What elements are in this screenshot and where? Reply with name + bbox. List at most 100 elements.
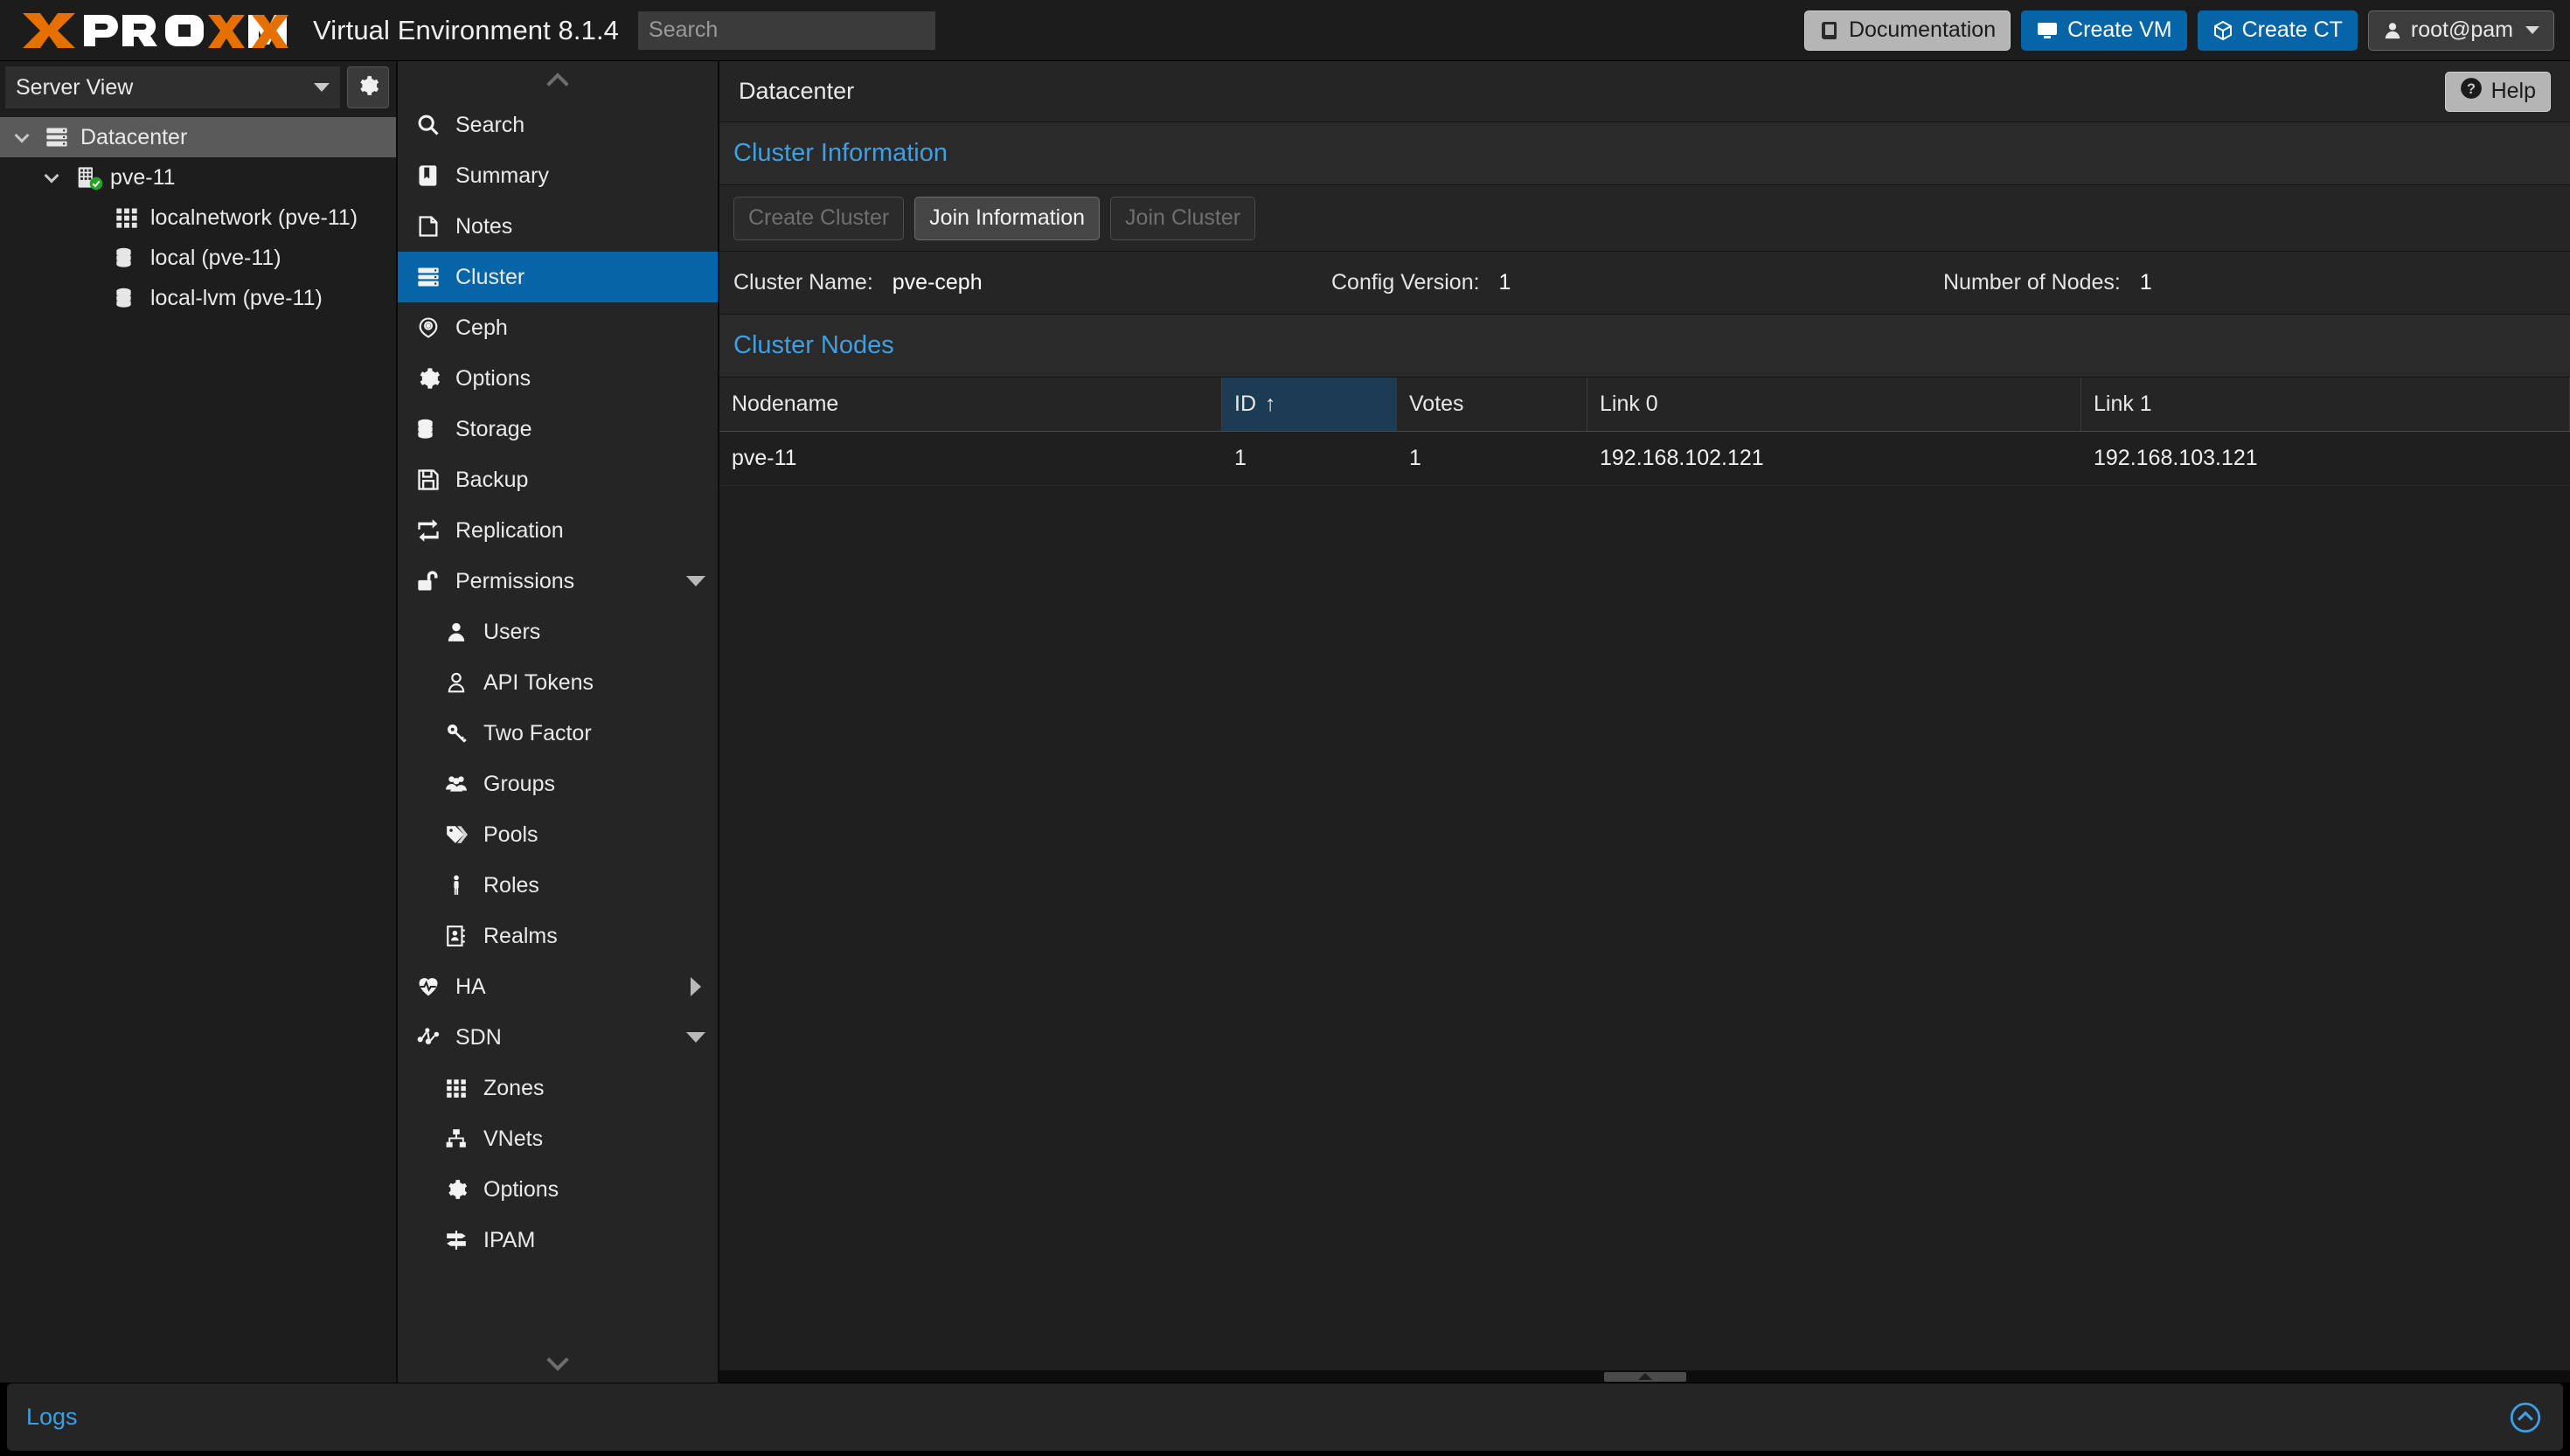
nav-item-cluster[interactable]: Cluster	[398, 252, 718, 302]
gear-icon	[357, 74, 379, 101]
nav-item-options[interactable]: Options	[398, 353, 718, 404]
gear-icon	[412, 366, 445, 391]
column-header-nodename[interactable]: Nodename	[719, 378, 1222, 431]
column-header-id[interactable]: ID ↑	[1222, 378, 1397, 431]
nav-item-pools[interactable]: Pools	[398, 809, 718, 860]
tree-item-label: Datacenter	[80, 124, 188, 149]
chevron-down-icon	[2525, 26, 2539, 34]
nav-item-ipam[interactable]: IPAM	[398, 1215, 718, 1265]
nav-item-realms[interactable]: Realms	[398, 911, 718, 961]
create-vm-button[interactable]: Create VM	[2021, 10, 2187, 51]
nav-item-ha[interactable]: HA	[398, 961, 718, 1012]
nav-item-label: Groups	[483, 771, 555, 796]
view-selector[interactable]: Server View	[5, 66, 340, 108]
nav-item-label: Notes	[455, 213, 513, 239]
tree-item-label: localnetwork (pve-11)	[150, 205, 358, 230]
nav-item-label: Cluster	[455, 264, 525, 289]
nav-item-vnets[interactable]: VNets	[398, 1113, 718, 1164]
nav-item-api-tokens[interactable]: API Tokens	[398, 657, 718, 708]
column-header-link1-label: Link 1	[2094, 392, 2152, 416]
join-cluster-button[interactable]: Join Cluster	[1110, 196, 1256, 240]
nav-item-search[interactable]: Search	[398, 100, 718, 150]
column-header-nodename-label: Nodename	[732, 392, 839, 416]
product-title: Virtual Environment 8.1.4	[313, 14, 620, 45]
config-version-value: 1	[1498, 270, 1511, 295]
search-input[interactable]	[638, 10, 936, 50]
nav-item-label: SDN	[455, 1024, 502, 1050]
cluster-name-label: Cluster Name:	[733, 270, 873, 295]
chevron-down-icon[interactable]	[10, 128, 33, 145]
unlock-icon	[412, 569, 445, 593]
note-icon	[412, 214, 445, 239]
nav-item-roles[interactable]: Roles	[398, 860, 718, 911]
collapse-logs-button[interactable]	[2507, 1399, 2544, 1436]
cell-link1: 192.168.103.121	[2094, 446, 2258, 470]
tree-item-local-lvm-pve-11[interactable]: local-lvm (pve-11)	[0, 278, 396, 318]
nav-item-two-factor[interactable]: Two Factor	[398, 708, 718, 759]
logs-label[interactable]: Logs	[26, 1404, 78, 1431]
splitter-handle[interactable]	[1603, 1371, 1686, 1382]
cluster-nodes-table-header: Nodename ID ↑ Votes Link 0 Link 1	[719, 378, 2570, 432]
triangle-down-icon[interactable]	[686, 576, 705, 586]
main-body: Server View Datacenter pve-11 localnetwork…	[0, 61, 2570, 1383]
datacenter-nav-panel: Search Summary Notes Cluster Ceph Options Stor…	[398, 61, 719, 1383]
panel-splitter[interactable]	[719, 1370, 2570, 1383]
cluster-information-title: Cluster Information	[719, 122, 2570, 185]
nav-item-label: Pools	[483, 822, 538, 847]
nav-item-sdn[interactable]: SDN	[398, 1012, 718, 1063]
create-cluster-button[interactable]: Create Cluster	[733, 196, 905, 240]
cluster-name-field: Cluster Name: pve-ceph	[719, 270, 1331, 295]
create-ct-button-label: Create CT	[2241, 17, 2343, 42]
nav-scroll-up-button[interactable]	[398, 61, 718, 100]
nav-item-label: Options	[455, 365, 531, 391]
heartbeat-icon	[412, 974, 445, 999]
tree-item-localnetwork-pve-11[interactable]: localnetwork (pve-11)	[0, 198, 396, 238]
user-icon	[2383, 20, 2402, 41]
server-tree: Datacenter pve-11 localnetwork (pve-11) loc…	[0, 114, 396, 318]
nav-item-ceph[interactable]: Ceph	[398, 302, 718, 353]
number-of-nodes-label: Number of Nodes:	[1943, 270, 2121, 295]
tree-settings-button[interactable]	[347, 66, 389, 108]
create-ct-button[interactable]: Create CT	[2197, 10, 2358, 51]
number-of-nodes-field: Number of Nodes: 1	[1943, 270, 2570, 295]
nav-scroll-down-button[interactable]	[398, 1344, 718, 1383]
column-header-votes[interactable]: Votes	[1397, 378, 1587, 431]
nav-item-summary[interactable]: Summary	[398, 150, 718, 201]
nav-item-replication[interactable]: Replication	[398, 505, 718, 556]
nav-item-label: Summary	[455, 163, 549, 188]
replication-icon	[412, 518, 445, 543]
triangle-right-icon[interactable]	[686, 977, 705, 996]
chevron-down-icon[interactable]	[40, 168, 63, 185]
nav-item-users[interactable]: Users	[398, 607, 718, 657]
table-row[interactable]: pve-11 1 1 192.168.102.121 192.168.103.121	[719, 432, 2570, 486]
nav-item-options[interactable]: Options	[398, 1164, 718, 1215]
tree-item-datacenter[interactable]: Datacenter	[0, 117, 396, 157]
nav-item-label: Users	[483, 619, 541, 644]
column-header-link0[interactable]: Link 0	[1587, 378, 2081, 431]
grid-icon	[440, 1077, 473, 1099]
nav-item-groups[interactable]: Groups	[398, 759, 718, 809]
user-menu-button[interactable]: root@pam	[2367, 10, 2554, 51]
tree-item-local-pve-11[interactable]: local (pve-11)	[0, 238, 396, 278]
nav-item-storage[interactable]: Storage	[398, 404, 718, 454]
tree-item-label: pve-11	[110, 164, 176, 190]
documentation-button[interactable]: Documentation	[1803, 10, 2011, 51]
column-header-link1[interactable]: Link 1	[2081, 378, 2570, 431]
number-of-nodes-value: 1	[2139, 270, 2152, 295]
nav-item-permissions[interactable]: Permissions	[398, 556, 718, 607]
collapse-arrow-icon	[1637, 1373, 1652, 1380]
join-information-button[interactable]: Join Information	[914, 196, 1101, 240]
nav-item-zones[interactable]: Zones	[398, 1063, 718, 1113]
cluster-nodes-title: Cluster Nodes	[719, 315, 2570, 378]
nav-item-backup[interactable]: Backup	[398, 454, 718, 505]
nav-item-notes[interactable]: Notes	[398, 201, 718, 252]
nav-item-label: Storage	[455, 416, 532, 441]
search-icon	[412, 113, 445, 137]
help-button[interactable]: ? Help	[2444, 71, 2551, 112]
breadcrumb-bar: Datacenter ? Help	[719, 61, 2570, 122]
tree-item-pve-11[interactable]: pve-11	[0, 157, 396, 198]
cell-link0: 192.168.102.121	[1600, 446, 1764, 470]
user-outline-icon	[440, 671, 473, 694]
storage-icon	[412, 417, 445, 441]
triangle-down-icon[interactable]	[686, 1032, 705, 1043]
